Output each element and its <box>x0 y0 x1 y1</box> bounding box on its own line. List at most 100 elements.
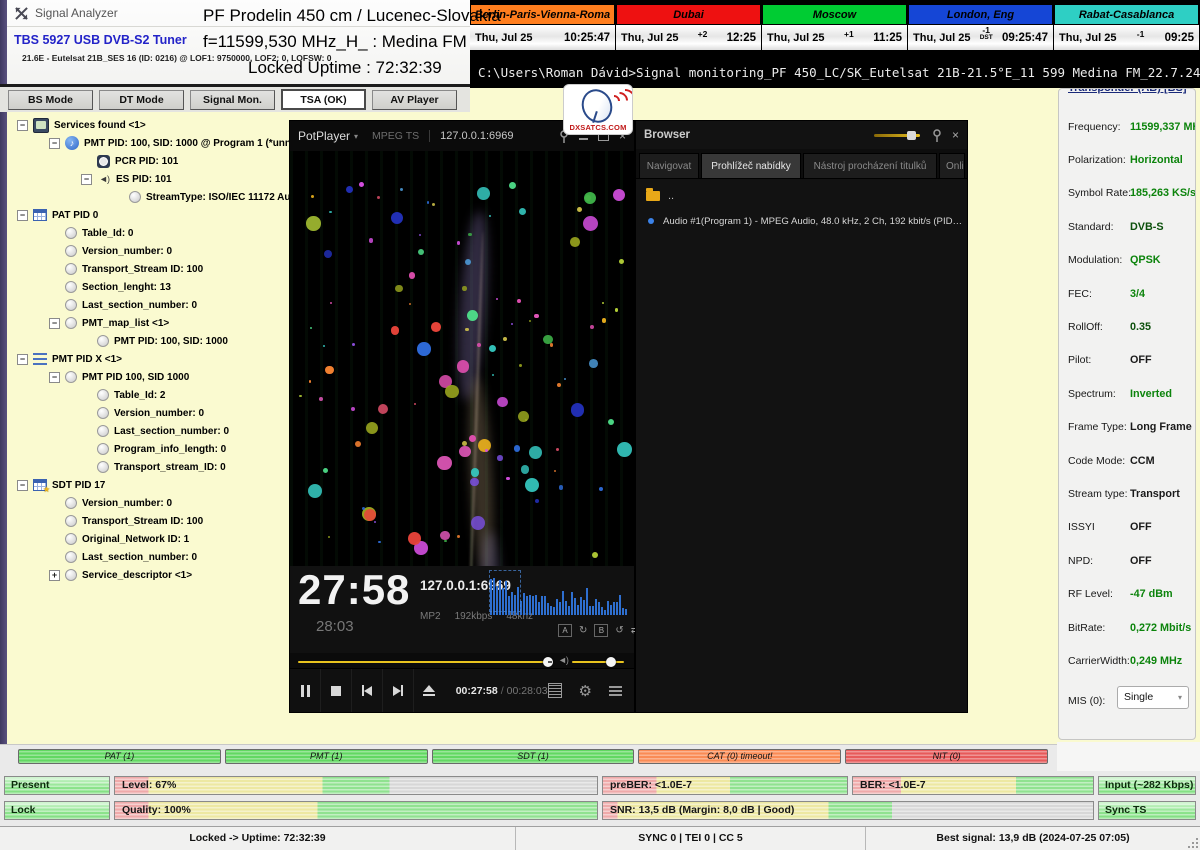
tree-item[interactable]: Transport_stream_ID: 0 <box>7 458 289 476</box>
collapse-box[interactable]: − <box>17 120 28 131</box>
quality-meter-label: Quality: 100% <box>122 802 191 819</box>
dot <box>613 189 625 201</box>
tree-item[interactable]: − PMT PID 100, SID 1000 <box>7 368 289 386</box>
tree-item[interactable]: PMT PID: 100, SID: 1000 <box>7 332 289 350</box>
browser-title-bar[interactable]: Browser × <box>636 121 967 149</box>
volume-icon[interactable]: ◄) <box>558 655 568 665</box>
repeat-icon[interactable]: ↻ <box>579 625 587 636</box>
tree-item[interactable]: Last_section_number: 0 <box>7 296 289 314</box>
spectrum-bar <box>526 596 528 615</box>
mode-button-av-player[interactable]: AV Player <box>372 90 457 110</box>
settings-gear-icon[interactable]: ⚙ <box>579 682 592 700</box>
tree-item[interactable]: Version_number: 0 <box>7 494 289 512</box>
chevron-down-icon[interactable]: ▾ <box>354 132 358 141</box>
tree-item[interactable]: −PAT PID 0 <box>7 206 289 224</box>
repeat-a-button[interactable]: A <box>558 624 572 637</box>
tree-item[interactable]: −ES PID: 101 <box>7 170 289 188</box>
previous-button[interactable] <box>352 669 382 712</box>
tree-item[interactable]: Version_number: 0 <box>7 404 289 422</box>
tree-item[interactable]: Section_lenght: 13 <box>7 278 289 296</box>
spectrum-bar <box>568 606 570 615</box>
tree-item[interactable]: −PMT PID X <1> <box>7 350 289 368</box>
seek-bar[interactable] <box>298 661 548 663</box>
volume-slider[interactable] <box>572 661 624 663</box>
tab-prohl-e-nab-dky[interactable]: Prohlížeč nabídky <box>701 153 801 178</box>
tree-item[interactable]: Last_section_number: 0 <box>7 422 289 440</box>
tree-item[interactable]: PCR PID: 101 <box>7 152 289 170</box>
transponder-row-label: Code Mode: <box>1068 455 1125 467</box>
mode-button-bs-mode[interactable]: BS Mode <box>8 90 93 110</box>
table-status-nit: NIT (0) <box>845 749 1048 764</box>
signal-arc <box>609 84 633 115</box>
transponder-row: Pilot:OFF <box>1059 344 1195 377</box>
spectrum-bar <box>592 606 594 615</box>
transponder-row: ISSYIOFF <box>1059 511 1195 544</box>
collapse-box[interactable]: − <box>81 174 92 185</box>
seek-bar-rest[interactable] <box>548 661 552 663</box>
mis-dropdown[interactable]: Single ▾ <box>1117 686 1189 709</box>
collapse-box[interactable]: − <box>49 138 60 149</box>
playlist-icon[interactable] <box>548 683 562 698</box>
menu-icon[interactable] <box>609 686 622 696</box>
folder-up-row[interactable]: .. <box>636 185 967 207</box>
slider-handle[interactable] <box>907 131 916 140</box>
close-icon[interactable]: × <box>952 130 959 140</box>
dot <box>477 343 482 348</box>
video-area[interactable] <box>290 151 634 566</box>
audio-track-row[interactable]: Audio #1(Program 1) - MPEG Audio, 48.0 k… <box>636 211 967 231</box>
next-button[interactable] <box>383 669 413 712</box>
transponder-row-value: 11599,337 MHz <box>1130 121 1196 133</box>
tab-navigovat[interactable]: Navigovat <box>639 153 699 178</box>
tree-item[interactable]: Program_info_length: 0 <box>7 440 289 458</box>
tree-item-label: PMT PID 100, SID 1000 <box>82 372 189 383</box>
pause-button[interactable] <box>290 669 320 712</box>
bullet-icon <box>65 497 77 509</box>
tree-item[interactable]: Table_Id: 2 <box>7 386 289 404</box>
player-app-name[interactable]: PotPlayer <box>298 129 350 143</box>
collapse-box[interactable]: − <box>17 354 28 365</box>
collapse-box[interactable]: − <box>49 318 60 329</box>
repeat-b-button[interactable]: B <box>594 624 608 637</box>
mode-button-signal-mon-[interactable]: Signal Mon. <box>190 90 275 110</box>
stop-button[interactable] <box>321 669 351 712</box>
tree-item[interactable]: +Service_descriptor <1> <box>7 566 289 584</box>
transponder-row-label: NPD: <box>1068 555 1093 567</box>
loop-icon[interactable]: ↺ <box>615 625 623 636</box>
volume-handle[interactable] <box>606 657 616 667</box>
minimize-icon[interactable] <box>579 138 588 140</box>
tree-item[interactable]: −Services found <1> <box>7 116 289 134</box>
mode-button-dt-mode[interactable]: DT Mode <box>99 90 184 110</box>
expand-box[interactable]: + <box>49 570 60 581</box>
browser-window: Browser × NavigovatProhlížeč nabídkyNást… <box>635 120 968 713</box>
tab-n-stroj-proch-zen-titulk-[interactable]: Nástroj procházení titulků <box>803 153 937 178</box>
collapse-box[interactable]: − <box>17 480 28 491</box>
dot <box>485 449 488 452</box>
tree-item[interactable]: −SDT PID 17 <box>7 476 289 494</box>
mode-button-tsa-ok-[interactable]: TSA (OK) <box>281 89 366 110</box>
dot <box>391 326 399 334</box>
collapse-box[interactable]: − <box>17 210 28 221</box>
eject-button[interactable] <box>414 669 444 712</box>
tree-item[interactable]: Transport_Stream ID: 100 <box>7 260 289 278</box>
collapse-box[interactable]: − <box>49 372 60 383</box>
dot <box>521 465 530 474</box>
tree-item[interactable]: Original_Network ID: 1 <box>7 530 289 548</box>
transponder-row-label: CarrierWidth: <box>1068 655 1130 667</box>
dot <box>602 318 606 322</box>
clock-time-row: Thu, Jul 25+111:25 <box>762 25 907 50</box>
tab-online-s[interactable]: Online S <box>939 153 965 178</box>
spectrum-bar <box>565 601 567 615</box>
pin-icon[interactable] <box>932 129 942 142</box>
spectrum-bar <box>559 602 561 615</box>
bullet-icon <box>65 299 77 311</box>
resize-grip[interactable] <box>1188 838 1198 848</box>
tree-item[interactable]: Transport_Stream ID: 100 <box>7 512 289 530</box>
tree-item-label: Table_Id: 2 <box>114 390 166 401</box>
tree-item[interactable]: Version_number: 0 <box>7 242 289 260</box>
tree-item[interactable]: Last_section_number: 0 <box>7 548 289 566</box>
tree-item[interactable]: Table_Id: 0 <box>7 224 289 242</box>
tree-item[interactable]: −PMT_map_list <1> <box>7 314 289 332</box>
tree-item[interactable]: StreamType: ISO/IEC 11172 Audio (MPEG-1)… <box>7 188 289 206</box>
opacity-slider[interactable] <box>874 134 920 137</box>
tree-item[interactable]: −PMT PID: 100, SID: 1000 @ Program 1 (*u… <box>7 134 289 152</box>
